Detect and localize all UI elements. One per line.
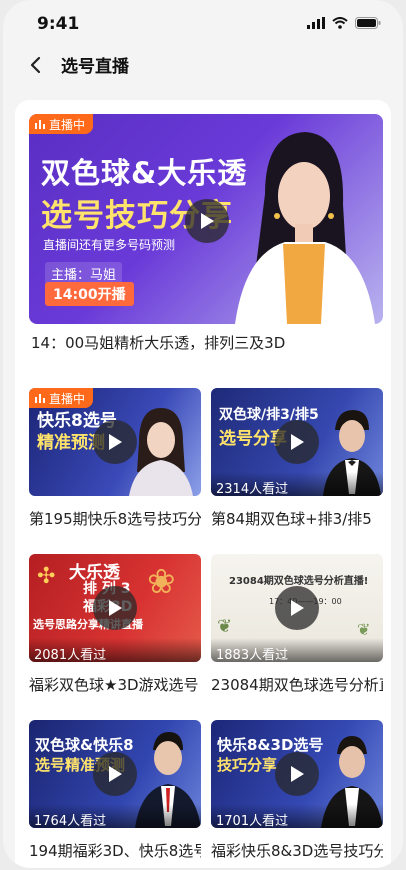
- live-badge: 直播中: [29, 114, 94, 134]
- view-count: 2314人看过: [211, 472, 383, 496]
- leaf-icon: ❦: [217, 616, 233, 637]
- play-button[interactable]: [93, 586, 137, 630]
- view-count: 1701人看过: [211, 804, 383, 828]
- live-badge: 直播中: [29, 388, 94, 408]
- play-button[interactable]: [275, 752, 319, 796]
- page-title: 选号直播: [61, 57, 129, 77]
- view-count: 1764人看过: [29, 804, 201, 828]
- wifi-icon: [332, 17, 348, 29]
- hero-banner-line1: 双色球&大乐透: [41, 156, 248, 190]
- live-bars-icon: [35, 120, 45, 129]
- play-button[interactable]: [185, 199, 229, 243]
- live-card[interactable]: 双色球/排3/排5 选号分享 2314人看过: [211, 388, 383, 496]
- nav-header: 选号直播: [3, 44, 403, 90]
- hero-start-time: 14:00开播: [45, 282, 134, 306]
- play-icon: [291, 766, 304, 782]
- play-button[interactable]: [275, 420, 319, 464]
- card-title: 福彩双色球★3D游戏选号: [29, 676, 199, 694]
- chevron-left-icon: [30, 56, 41, 74]
- hero-title: 14：00马姐精析大乐透，排列三及3D: [31, 334, 286, 352]
- leaf-icon: ❦: [357, 620, 371, 639]
- card-banner-line1: 快乐8&3D选号: [217, 736, 324, 754]
- card-title: 23084期双色球选号分析直播: [211, 676, 383, 694]
- view-count: 1883人看过: [211, 638, 383, 662]
- card-banner-line2: 技巧分享: [217, 756, 278, 774]
- live-card[interactable]: ✣ 大乐透 排 列 3 福彩3D 选号思路分享精讲直播 ❀ 2081人看过: [29, 554, 201, 662]
- view-count: 2081人看过: [29, 638, 201, 662]
- play-icon: [291, 600, 304, 616]
- live-card[interactable]: 23084期双色球选号分析直播! 17：40——19：00 ❦ ❦ 1883人看…: [211, 554, 383, 662]
- card-title: 福彩快乐8&3D选号技巧分享: [211, 842, 383, 860]
- card-banner-line1: 23084期双色球选号分析直播!: [229, 576, 369, 587]
- play-button[interactable]: [275, 586, 319, 630]
- play-button[interactable]: [93, 420, 137, 464]
- status-icons: [307, 17, 381, 29]
- play-icon: [291, 434, 304, 450]
- play-icon: [201, 213, 214, 229]
- play-icon: [109, 434, 122, 450]
- live-card[interactable]: 双色球&快乐8 选号精准预测 1764人看过: [29, 720, 201, 828]
- live-bars-icon: [35, 394, 45, 403]
- knot-icon: ✣: [37, 564, 56, 589]
- featured-live-card[interactable]: 直播中 双色球&大乐透 选号技巧分享 直播间还有更多号码预测 主播：马姐 14:…: [29, 114, 383, 324]
- play-button[interactable]: [93, 752, 137, 796]
- card-title: 第84期双色球+排3/排5: [211, 510, 372, 528]
- live-card[interactable]: 直播中 快乐8选号 精准预测: [29, 388, 201, 496]
- play-icon: [109, 766, 122, 782]
- status-time: 9:41: [37, 14, 80, 34]
- signal-icon: [307, 17, 325, 29]
- presenter-avatar: [235, 132, 375, 324]
- live-list-panel: 直播中 双色球&大乐透 选号技巧分享 直播间还有更多号码预测 主播：马姐 14:…: [15, 100, 391, 868]
- hero-banner-sub: 直播间还有更多号码预测: [43, 238, 176, 252]
- live-card[interactable]: 快乐8&3D选号 技巧分享 1701人看过: [211, 720, 383, 828]
- battery-icon: [355, 17, 381, 29]
- rabbit-icon: ❀: [147, 562, 176, 602]
- card-title: 194期福彩3D、快乐8选号: [29, 842, 201, 860]
- live-badge-label: 直播中: [49, 391, 86, 406]
- card-title: 第195期快乐8选号技巧分享: [29, 510, 201, 528]
- play-icon: [109, 600, 122, 616]
- phone-screen: 9:41 选号直播 直播中 双色球&大乐透 选号技巧分享 直播间还有更多号码预测…: [3, 0, 403, 868]
- status-bar: 9:41: [3, 0, 403, 44]
- back-button[interactable]: [21, 51, 49, 79]
- live-badge-label: 直播中: [49, 117, 86, 132]
